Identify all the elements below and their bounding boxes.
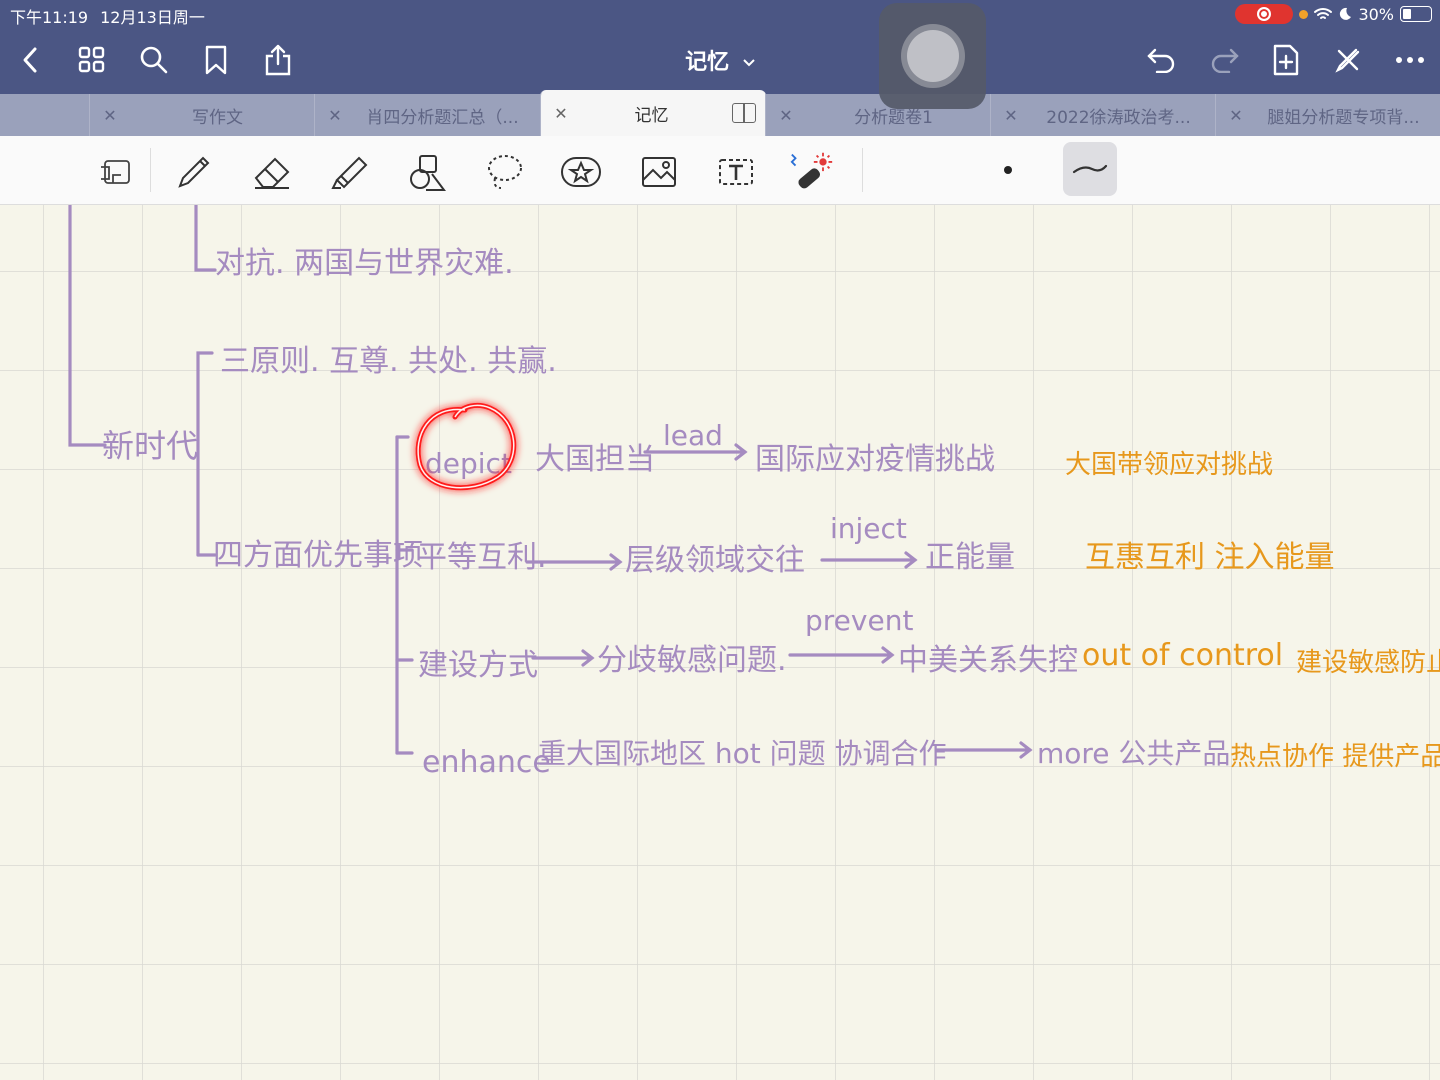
bookmark-icon[interactable]	[196, 40, 236, 80]
battery-icon	[1400, 6, 1432, 22]
screen-recording-indicator[interactable]	[1235, 4, 1294, 24]
tab-close-icon[interactable]: ✕	[991, 106, 1031, 125]
add-page-icon[interactable]	[1266, 40, 1306, 80]
tab-active[interactable]: ✕ 记忆	[540, 90, 766, 136]
do-not-disturb-icon	[1340, 7, 1352, 20]
tab-label: 2022徐涛政治考...	[1046, 107, 1191, 128]
top-navigation-bar: 下午11:19 12月13日周一 30% 记忆	[0, 0, 1440, 94]
stroke-curve-icon	[1072, 164, 1108, 174]
status-bar-left: 下午11:19 12月13日周一	[10, 4, 217, 28]
tab-close-icon[interactable]: ✕	[1216, 106, 1256, 125]
laser-pointer-icon[interactable]	[790, 150, 834, 194]
status-bar-right: 30%	[1235, 4, 1432, 24]
tab-close-icon[interactable]: ✕	[315, 106, 355, 125]
split-view-icon[interactable]	[732, 103, 756, 123]
note-text: 热点协作 提供产品	[1230, 742, 1440, 772]
tab-bar: ✕ 写作文 ✕ 肖四分析题汇总（... ✕ 记忆 ✕ 分析题卷1 ✕ 2022徐…	[0, 90, 1440, 136]
pen-size-dot[interactable]	[1004, 166, 1012, 174]
tab-1[interactable]: ✕ 写作文	[89, 94, 315, 136]
more-options-icon[interactable]	[1390, 40, 1430, 80]
note-text: 对抗. 两国与世界灾难.	[215, 246, 514, 281]
note-text: 新时代	[102, 427, 198, 465]
highlighter-tool-icon[interactable]	[328, 150, 372, 194]
status-date: 12月13日周一	[100, 8, 205, 27]
status-time: 下午11:19	[10, 8, 89, 27]
note-text: lead	[663, 419, 723, 452]
note-text: 正能量	[925, 540, 1015, 575]
battery-percent: 30%	[1358, 4, 1394, 24]
sticker-tool-icon[interactable]	[559, 150, 603, 194]
note-text: 层级领域交往	[625, 543, 805, 578]
tab-5[interactable]: ✕ 2022徐涛政治考...	[990, 94, 1216, 136]
tab-close-icon[interactable]: ✕	[90, 106, 130, 125]
share-icon[interactable]	[258, 40, 298, 80]
tab-close-icon[interactable]: ✕	[766, 106, 806, 125]
tab-6[interactable]: ✕ 腿姐分析题专项背...	[1215, 94, 1440, 136]
wifi-icon	[1314, 8, 1333, 19]
undo-icon[interactable]	[1142, 40, 1182, 80]
tab-2[interactable]: ✕ 肖四分析题汇总（...	[314, 94, 540, 136]
pen-tool-icon[interactable]	[172, 150, 216, 194]
chevron-down-icon	[743, 59, 755, 67]
document-title-button[interactable]: 记忆	[685, 50, 755, 75]
note-text: enhance	[422, 745, 551, 780]
assistive-touch-button[interactable]	[879, 3, 986, 109]
back-icon[interactable]	[10, 40, 50, 80]
note-text: out of control	[1082, 638, 1283, 673]
lasso-tool-icon[interactable]	[482, 150, 526, 194]
note-text: more 公共产品	[1037, 737, 1230, 770]
tab-label: 记忆	[634, 105, 669, 126]
stroke-style-button[interactable]	[1063, 142, 1117, 196]
grid-view-icon[interactable]	[72, 40, 112, 80]
read-mode-icon[interactable]	[94, 150, 138, 194]
note-text: 平等互利.	[417, 540, 547, 575]
tab-close-icon[interactable]: ✕	[541, 104, 581, 123]
mic-indicator-dot	[1299, 9, 1309, 19]
note-text: 分歧敏感问题.	[597, 643, 787, 678]
text-tool-icon[interactable]	[714, 150, 758, 194]
note-text: 建设方式	[418, 648, 538, 683]
image-tool-icon[interactable]	[637, 150, 681, 194]
pen-off-icon[interactable]	[1328, 40, 1368, 80]
note-text: 国际应对疫情挑战	[755, 442, 995, 477]
drawing-toolbar	[0, 136, 1440, 205]
tab-label: 肖四分析题汇总（...	[366, 107, 519, 128]
note-text: 四方面优先事项	[213, 538, 423, 573]
document-title-label: 记忆	[685, 50, 730, 75]
redo-icon[interactable]	[1204, 40, 1244, 80]
eraser-tool-icon[interactable]	[250, 150, 294, 194]
notebook-page[interactable]: 对抗. 两国与世界灾难. 三原则. 互尊. 共处. 共赢. 新时代 四方面优先事…	[0, 205, 1440, 1080]
note-text: prevent	[805, 604, 913, 637]
note-text: 大国担当	[535, 442, 655, 477]
note-text: 大国带领应对挑战	[1065, 450, 1273, 480]
note-text: 三原则. 互尊. 共处. 共赢.	[220, 344, 557, 379]
tab-label: 写作文	[192, 107, 243, 128]
search-icon[interactable]	[134, 40, 174, 80]
note-text: 中美关系失控	[898, 643, 1078, 678]
note-text: 互惠互利 注入能量	[1085, 540, 1335, 575]
note-text: 建设敏感防止	[1296, 648, 1440, 678]
note-text: 重大国际地区 hot 问题 协调合作	[538, 737, 947, 770]
shapes-tool-icon[interactable]	[405, 150, 449, 194]
note-text: inject	[830, 512, 907, 545]
tab-label: 腿姐分析题专项背...	[1267, 107, 1420, 128]
